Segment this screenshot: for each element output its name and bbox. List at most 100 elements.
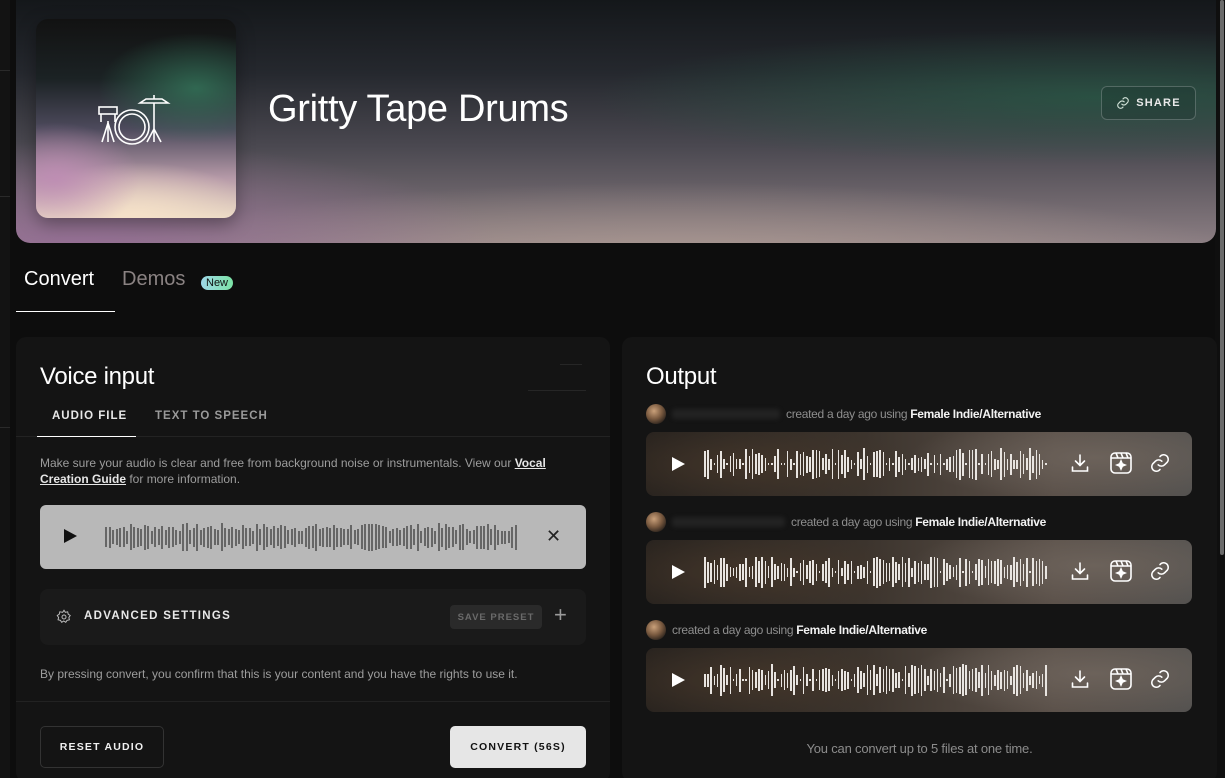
play-icon[interactable] xyxy=(672,457,685,471)
waveform-bar xyxy=(758,561,760,583)
waveform-bar xyxy=(780,673,783,687)
waveform-bar xyxy=(748,455,751,473)
output-waveform[interactable] xyxy=(704,553,1050,591)
waveform-bar xyxy=(723,459,725,469)
link-icon[interactable] xyxy=(1149,452,1171,474)
scrollbar-thumb[interactable] xyxy=(1220,0,1224,555)
waveform-bar xyxy=(990,670,993,690)
waveform-bar xyxy=(815,563,818,581)
waveform-bar xyxy=(888,457,891,471)
save-preset-button[interactable]: SAVE PRESET xyxy=(450,605,542,629)
avatar[interactable] xyxy=(646,620,666,640)
avatar[interactable] xyxy=(646,512,666,532)
waveform-bar xyxy=(831,674,834,686)
waveform-bar xyxy=(831,567,834,577)
model-link[interactable]: Female Indie/Alternative xyxy=(910,407,1041,421)
waveform-bar xyxy=(786,567,789,577)
reset-audio-button[interactable]: RESET AUDIO xyxy=(40,726,164,768)
waveform-bar xyxy=(1006,458,1009,470)
waveform-bar xyxy=(802,452,805,476)
waveform-bar xyxy=(1019,558,1022,586)
output-meta: created a day ago using Female Indie/Alt… xyxy=(646,404,1041,424)
tab-demos[interactable]: Demos xyxy=(122,268,185,291)
output-player xyxy=(646,648,1192,712)
download-icon[interactable] xyxy=(1070,560,1090,582)
waveform-bar xyxy=(860,565,862,579)
consent-text: By pressing convert, you confirm that th… xyxy=(40,667,518,681)
tab-audio-file[interactable]: AUDIO FILE xyxy=(52,410,127,422)
waveform-bar xyxy=(745,557,748,587)
model-link[interactable]: Female Indie/Alternative xyxy=(915,515,1046,529)
waveform-bar xyxy=(234,528,237,546)
waveform-bar xyxy=(959,557,961,587)
avatar[interactable] xyxy=(646,404,666,424)
link-icon[interactable] xyxy=(1149,668,1171,690)
active-tab-indicator xyxy=(16,311,115,312)
advanced-settings[interactable]: ADVANCED SETTINGS SAVE PRESET + xyxy=(40,589,586,645)
tab-convert[interactable]: Convert xyxy=(24,268,94,291)
waveform-bar xyxy=(406,525,408,549)
video-sparkle-icon[interactable] xyxy=(1109,559,1133,583)
waveform-bar xyxy=(869,571,872,573)
waveform-bar xyxy=(1035,449,1038,479)
waveform-bar xyxy=(1013,557,1015,587)
waveform-bar xyxy=(336,527,338,547)
waveform-bar xyxy=(869,463,872,465)
input-waveform[interactable] xyxy=(105,519,518,555)
waveform-bar xyxy=(837,560,840,584)
waveform-bar xyxy=(841,454,843,474)
waveform-bar xyxy=(825,561,827,583)
waveform-bar xyxy=(786,451,789,477)
waveform-bar xyxy=(863,566,865,578)
waveform-bar xyxy=(108,526,111,548)
waveform-bar xyxy=(821,563,824,581)
waveform-bar xyxy=(825,668,827,692)
waveform-bar xyxy=(343,529,345,545)
convert-button[interactable]: CONVERT (56S) xyxy=(450,726,586,768)
waveform-bar xyxy=(857,452,859,476)
model-link[interactable]: Female Indie/Alternative xyxy=(796,623,927,637)
waveform-bar xyxy=(965,463,967,465)
output-waveform[interactable] xyxy=(704,445,1050,483)
waveform-bar xyxy=(161,525,163,549)
waveform-bar xyxy=(399,529,401,545)
waveform-bar xyxy=(990,561,993,583)
waveform-bar xyxy=(469,531,471,543)
close-icon[interactable]: ✕ xyxy=(546,525,561,547)
download-icon[interactable] xyxy=(1070,668,1090,690)
waveform-bar xyxy=(853,673,856,687)
waveform-bar xyxy=(122,527,125,547)
download-icon[interactable] xyxy=(1070,452,1090,474)
waveform-bar xyxy=(904,458,907,470)
advanced-settings-label[interactable]: ADVANCED SETTINGS xyxy=(84,610,231,622)
waveform-bar xyxy=(719,450,722,478)
waveform-bar xyxy=(1019,450,1022,478)
waveform-bar xyxy=(735,566,738,578)
waveform-bar xyxy=(716,564,719,580)
waveform-bar xyxy=(898,456,901,472)
video-sparkle-icon[interactable] xyxy=(1109,667,1133,691)
waveform-bar xyxy=(911,458,913,470)
waveform-bar xyxy=(936,668,939,692)
waveform-bar xyxy=(486,524,489,550)
share-button[interactable]: SHARE xyxy=(1101,86,1196,120)
waveform-bar xyxy=(1029,675,1031,685)
waveform-bar xyxy=(898,672,901,688)
output-waveform[interactable] xyxy=(704,661,1050,699)
tab-text-to-speech[interactable]: TEXT TO SPEECH xyxy=(155,410,268,422)
link-icon[interactable] xyxy=(1149,560,1171,582)
play-icon[interactable] xyxy=(672,565,685,579)
output-panel: Output created a day ago using Female In… xyxy=(622,337,1217,778)
waveform-bar xyxy=(262,524,265,550)
waveform-bar xyxy=(483,525,485,549)
created-text: created a day ago using xyxy=(672,623,794,637)
waveform-bar xyxy=(834,571,837,573)
input-mode-tabs: AUDIO FILE TEXT TO SPEECH xyxy=(16,407,610,437)
waveform-bar xyxy=(451,527,454,547)
waveform-bar xyxy=(777,449,779,479)
play-icon[interactable] xyxy=(672,673,685,687)
video-sparkle-icon[interactable] xyxy=(1109,451,1133,475)
expand-plus-icon[interactable]: + xyxy=(554,603,567,627)
play-icon[interactable] xyxy=(64,529,77,543)
waveform-bar xyxy=(395,528,398,546)
